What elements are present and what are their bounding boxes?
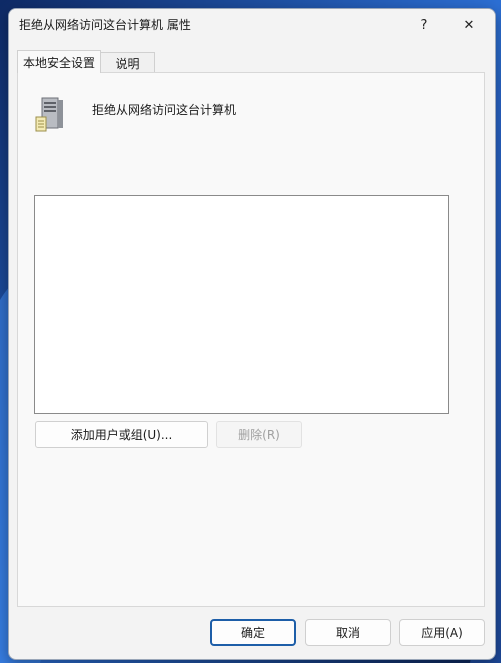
- add-user-or-group-button[interactable]: 添加用户或组(U)...: [35, 421, 208, 448]
- ok-button[interactable]: 确定: [210, 619, 296, 646]
- properties-dialog: 拒绝从网络访问这台计算机 属性 ? ✕ 本地安全设置 说明 拒绝从网络访问这台计…: [8, 8, 496, 660]
- server-icon: [35, 97, 63, 132]
- window-title: 拒绝从网络访问这台计算机 属性: [19, 18, 191, 32]
- tab-panel: 拒绝从网络访问这台计算机 添加用户或组(U)... 删除(R): [17, 72, 485, 607]
- close-button[interactable]: ✕: [454, 13, 484, 37]
- title-bar: 拒绝从网络访问这台计算机 属性 ? ✕: [9, 9, 495, 39]
- tab-explain[interactable]: 说明: [101, 52, 155, 73]
- help-icon: ?: [420, 17, 428, 33]
- cancel-button[interactable]: 取消: [305, 619, 391, 646]
- remove-button[interactable]: 删除(R): [216, 421, 302, 448]
- policy-name: 拒绝从网络访问这台计算机: [92, 103, 237, 117]
- members-listbox[interactable]: [34, 195, 449, 414]
- help-button[interactable]: ?: [409, 13, 439, 37]
- tab-local-security-setting[interactable]: 本地安全设置: [17, 50, 101, 73]
- close-icon: ✕: [463, 17, 475, 33]
- apply-button[interactable]: 应用(A): [399, 619, 485, 646]
